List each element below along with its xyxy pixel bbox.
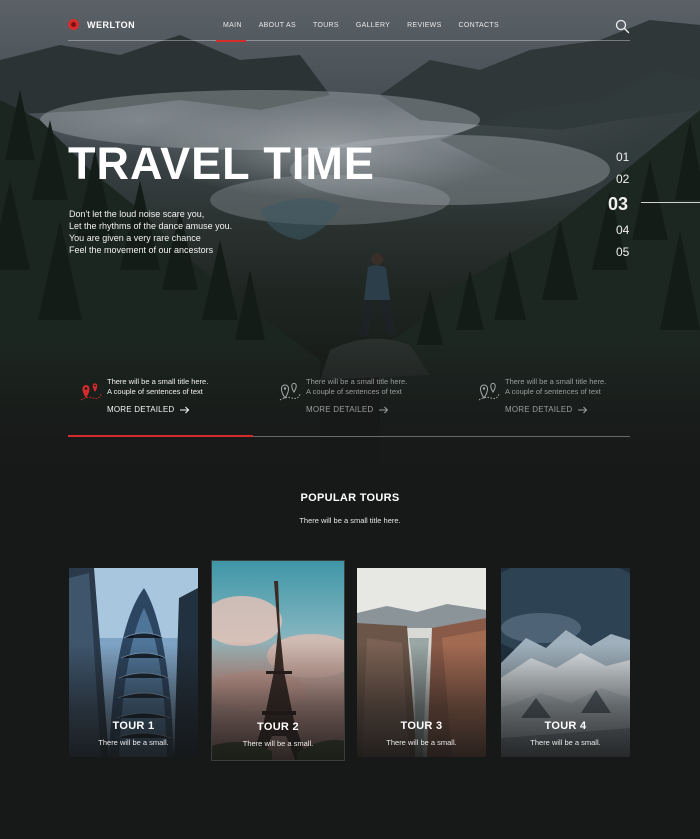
tour-card-2[interactable]: TOUR 2 There will be a small. [211, 560, 345, 761]
feature-text: There will be a small title here. A coup… [306, 377, 407, 397]
nav-item-about[interactable]: ABOUT AS [259, 22, 296, 29]
feature-item: There will be a small title here. A coup… [69, 377, 239, 422]
pager-item-03-active[interactable]: 03 [608, 194, 628, 215]
tour-desc: There will be a small. [242, 739, 314, 748]
hero-line: Don't let the loud noise scare you, [69, 209, 205, 219]
feature-item: There will be a small title here. A coup… [467, 377, 637, 422]
pager-item-05[interactable]: 05 [616, 245, 629, 259]
brand-logo[interactable]: WERLTON [68, 19, 135, 30]
hero-line: Let the rhythms of the dance amuse you. [69, 221, 233, 231]
hiker-figure [360, 253, 396, 336]
more-detailed-link[interactable]: MORE DETAILED [505, 405, 588, 414]
feature-subtitle: A couple of sentences of text [306, 387, 402, 396]
pager-item-01[interactable]: 01 [616, 150, 629, 164]
feature-item: There will be a small title here. A coup… [268, 377, 438, 422]
feature-title: There will be a small title here. [505, 377, 607, 386]
feature-text: There will be a small title here. A coup… [505, 377, 606, 397]
more-detailed-label: MORE DETAILED [306, 405, 374, 414]
tour-name: TOUR 3 [400, 720, 443, 732]
nav-active-indicator [216, 40, 246, 42]
nav-item-tours[interactable]: TOURS [313, 22, 339, 29]
feature-title: There will be a small title here. [306, 377, 408, 386]
map-pins-icon [478, 382, 500, 401]
nav-item-gallery[interactable]: GALLERY [356, 22, 390, 29]
hero-title: TRAVEL TIME [68, 138, 375, 189]
more-detailed-label: MORE DETAILED [505, 405, 573, 414]
top-navigation: WERLTON MAIN ABOUT AS TOURS GALLERY REVI… [68, 14, 633, 42]
feature-subtitle: A couple of sentences of text [505, 387, 601, 396]
hero-line: Feel the movement of our ancestors [69, 245, 214, 255]
map-pins-icon [279, 382, 301, 401]
arrow-right-icon [379, 406, 389, 413]
tour-desc: There will be a small. [530, 738, 601, 747]
tour-desc: There will be a small. [386, 738, 457, 747]
popular-tours-subtitle: There will be a small title here. [299, 516, 401, 525]
pager-active-line [641, 202, 700, 203]
more-detailed-label: MORE DETAILED [107, 405, 175, 414]
main-menu: MAIN ABOUT AS TOURS GALLERY REVIEWS CONT… [223, 22, 499, 29]
nav-item-main[interactable]: MAIN [223, 22, 242, 29]
search-icon[interactable] [615, 19, 630, 34]
tour-name: TOUR 1 [112, 720, 155, 732]
arrow-right-icon [578, 406, 588, 413]
arrow-right-icon [180, 406, 190, 413]
hero-line: You are given a very rare chance [69, 233, 201, 243]
pager-item-04[interactable]: 04 [616, 223, 629, 237]
logo-mark-icon [68, 19, 79, 30]
map-pins-icon [80, 383, 102, 401]
tour-name: TOUR 4 [544, 720, 587, 732]
brand-name: WERLTON [87, 19, 136, 30]
tour-card-3[interactable]: TOUR 3 There will be a small. [357, 568, 486, 757]
feature-text: There will be a small title here. A coup… [107, 377, 208, 397]
slider-progress-fill [68, 435, 253, 437]
nav-item-reviews[interactable]: REVIEWS [407, 22, 441, 29]
nav-divider [68, 40, 630, 41]
more-detailed-link[interactable]: MORE DETAILED [107, 405, 190, 414]
hero-description: Don't let the loud noise scare you, Let … [69, 208, 232, 256]
tour-name: TOUR 2 [257, 721, 299, 733]
feature-subtitle: A couple of sentences of text [107, 387, 203, 396]
tour-card-1[interactable]: TOUR 1 There will be a small. [69, 568, 198, 757]
tour-desc: There will be a small. [98, 738, 169, 747]
pager-item-02[interactable]: 02 [616, 172, 629, 186]
nav-item-contacts[interactable]: CONTACTS [459, 22, 499, 29]
tour-card-4[interactable]: TOUR 4 There will be a small. [501, 568, 630, 757]
popular-tours-title: POPULAR TOURS [300, 492, 400, 504]
more-detailed-link[interactable]: MORE DETAILED [306, 405, 389, 414]
feature-title: There will be a small title here. [107, 377, 209, 386]
